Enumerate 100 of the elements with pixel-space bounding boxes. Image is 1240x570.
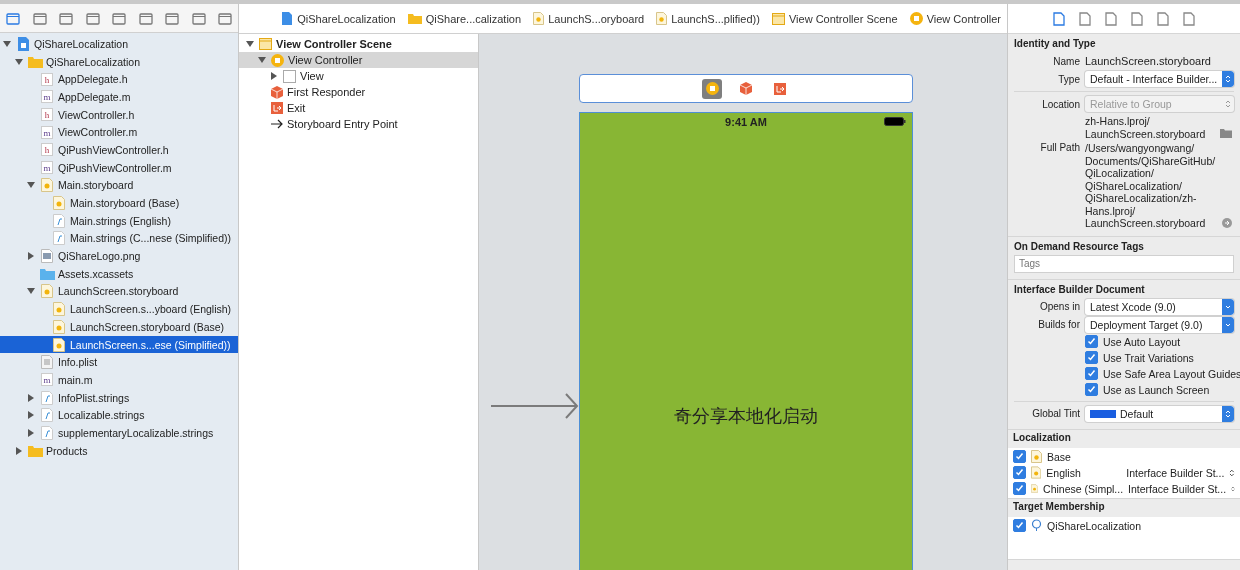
navigator-tab-icon[interactable] xyxy=(6,11,20,25)
navigator-tab-icon[interactable] xyxy=(59,11,73,25)
file-row[interactable]: Main.storyboard xyxy=(0,176,238,195)
file-row[interactable]: Main.strings (C...nese (Simplified)) xyxy=(0,229,238,248)
cube-icon xyxy=(740,82,752,95)
file-row[interactable]: Localizable.strings xyxy=(0,406,238,425)
reveal-arrow-icon[interactable] xyxy=(1222,217,1232,228)
checkbox[interactable] xyxy=(1085,351,1098,364)
checkbox[interactable] xyxy=(1085,383,1098,396)
disclosure-icon[interactable] xyxy=(27,181,35,190)
file-row[interactable]: Main.strings (English) xyxy=(0,211,238,230)
file-name: LaunchScreen.s...yboard (English) xyxy=(70,303,232,316)
disclosure-icon[interactable] xyxy=(15,57,23,66)
checkbox[interactable] xyxy=(1013,450,1026,463)
disclosure-icon[interactable] xyxy=(27,252,35,261)
file-row[interactable]: supplementaryLocalizable.strings xyxy=(0,424,238,442)
outline-row[interactable]: First Responder xyxy=(239,84,478,100)
file-row[interactable]: h AppDelegate.h xyxy=(0,70,238,89)
checkbox[interactable] xyxy=(1013,519,1026,532)
file-row[interactable]: QiShareLocalization xyxy=(0,35,238,53)
file-name: QiShareLocalization xyxy=(46,55,140,68)
breadcrumb-item[interactable]: LaunchS...oryboard xyxy=(533,12,645,25)
navigator-tab-icon[interactable] xyxy=(165,11,179,25)
breadcrumb-item[interactable]: View Controller Scene xyxy=(771,12,898,25)
file-name: Assets.xcassets xyxy=(58,267,134,280)
file-row[interactable]: QiShareLocalization xyxy=(0,52,238,71)
file-row[interactable]: m AppDelegate.m xyxy=(0,88,238,106)
stepper-icon[interactable] xyxy=(1229,467,1235,478)
navigator-tab-icon[interactable] xyxy=(218,11,232,25)
outline-row[interactable]: View Controller Scene xyxy=(239,36,478,52)
outline-row[interactable]: Exit xyxy=(239,100,478,116)
project-icon xyxy=(16,36,30,51)
source-file-icon: h xyxy=(41,72,53,86)
file-row[interactable]: LaunchScreen.storyboard (Base) xyxy=(0,318,238,336)
inspector-tab-icon[interactable] xyxy=(1183,11,1195,26)
chevron-down-icon xyxy=(1225,303,1231,310)
builds-for-popup[interactable]: Deployment Target (9.0) xyxy=(1085,316,1234,333)
breadcrumb-item[interactable]: QiShareLocalization xyxy=(281,12,396,25)
checkbox[interactable] xyxy=(1013,482,1026,495)
disclosure-icon[interactable] xyxy=(27,287,35,296)
file-row[interactable]: h ViewController.h xyxy=(0,105,238,124)
disclosure-icon[interactable] xyxy=(270,72,278,80)
storyboard-file-icon xyxy=(41,284,53,299)
disclosure-icon[interactable] xyxy=(258,56,266,64)
checkbox-label: Use as Launch Screen xyxy=(1103,383,1210,396)
navigator-tab-icon[interactable] xyxy=(85,11,100,25)
checkbox[interactable] xyxy=(1085,367,1098,380)
file-row[interactable]: m main.m xyxy=(0,371,238,389)
arrow-icon xyxy=(271,119,283,129)
opens-in-popup[interactable]: Latest Xcode (9.0) xyxy=(1085,298,1234,315)
breadcrumb-item[interactable]: QiShare...calization xyxy=(407,12,522,25)
file-row[interactable]: h QiPushViewController.h xyxy=(0,141,238,159)
outline-row[interactable]: View Controller xyxy=(239,52,478,68)
disclosure-icon[interactable] xyxy=(3,39,11,48)
navigator-tab-icon[interactable] xyxy=(112,11,126,25)
folder-icon[interactable] xyxy=(1220,129,1232,138)
storyboard-file-icon xyxy=(533,12,545,25)
checkbox[interactable] xyxy=(1085,335,1098,348)
outline-row[interactable]: Storyboard Entry Point xyxy=(239,116,478,132)
type-popup[interactable]: Default - Interface Builder... xyxy=(1085,71,1234,87)
inspector-tab-icon[interactable] xyxy=(1131,11,1143,26)
file-row[interactable]: m QiPushViewController.m xyxy=(0,158,238,177)
disclosure-icon[interactable] xyxy=(246,40,254,48)
file-row[interactable]: Info.plist xyxy=(0,353,238,372)
file-row[interactable]: Main.storyboard (Base) xyxy=(0,194,238,212)
file-row[interactable]: LaunchScreen.s...ese (Simplified)) xyxy=(0,335,238,354)
file-row[interactable]: InfoPlist.strings xyxy=(0,388,238,407)
disclosure-icon[interactable] xyxy=(27,428,35,437)
checkbox[interactable] xyxy=(1013,466,1026,479)
inspector-tab-icon[interactable] xyxy=(1157,11,1169,26)
disclosure-icon[interactable] xyxy=(27,411,35,420)
language-name: English xyxy=(1046,466,1082,479)
stepper-icon xyxy=(1225,74,1231,84)
file-name: main.m xyxy=(58,373,93,386)
tags-field[interactable]: Tags xyxy=(1014,254,1234,273)
navigator-tab-icon[interactable] xyxy=(138,11,153,25)
disclosure-icon[interactable] xyxy=(15,446,23,455)
file-row[interactable]: Assets.xcassets xyxy=(0,264,238,283)
inspector-tab-icon[interactable] xyxy=(1079,11,1091,26)
source-file-icon: m xyxy=(41,125,53,139)
disclosure-icon[interactable] xyxy=(27,393,35,402)
file-name: supplementaryLocalizable.strings xyxy=(58,426,214,439)
file-name: QiPushViewController.h xyxy=(58,143,169,156)
file-name: QiShareLogo.png xyxy=(58,250,141,263)
file-row[interactable]: QiShareLogo.png xyxy=(0,247,238,265)
tint-popup[interactable]: Default xyxy=(1085,405,1234,422)
file-row[interactable]: LaunchScreen.s...yboard (English) xyxy=(0,300,238,318)
inspector-tab-icon[interactable] xyxy=(1053,11,1065,26)
file-row[interactable]: m ViewController.m xyxy=(0,123,238,142)
breadcrumb-item[interactable]: View Controller xyxy=(909,12,1001,25)
file-row[interactable]: Products xyxy=(0,441,238,460)
navigator-tab-icon[interactable] xyxy=(32,11,47,25)
asset-catalog-icon xyxy=(39,267,55,280)
navigator-tab-icon[interactable] xyxy=(191,11,206,25)
breadcrumb-item[interactable]: LaunchS...plified)) xyxy=(656,12,760,25)
file-row[interactable]: LaunchScreen.storyboard xyxy=(0,282,238,301)
outline-row[interactable]: View xyxy=(239,68,478,84)
scene-object[interactable] xyxy=(702,78,722,99)
inspector-tab-icon[interactable] xyxy=(1105,11,1117,26)
stepper-icon xyxy=(1225,408,1231,419)
